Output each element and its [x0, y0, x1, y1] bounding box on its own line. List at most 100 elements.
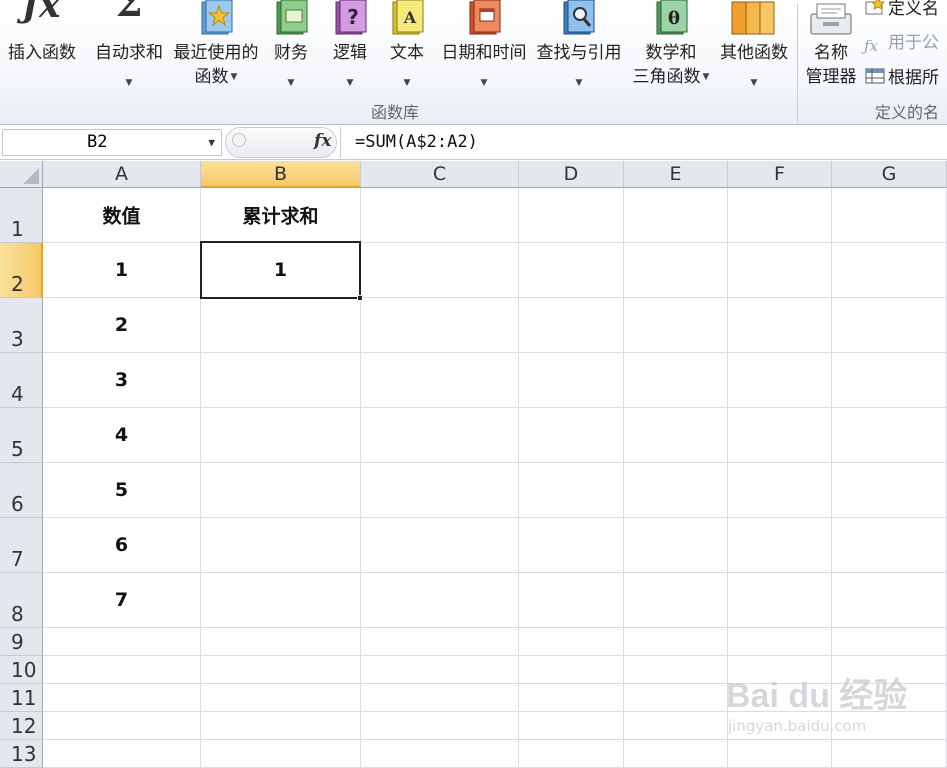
cell-b7[interactable] — [201, 518, 361, 573]
cell-g2[interactable] — [832, 243, 947, 298]
cell-c13[interactable] — [361, 740, 519, 768]
row-header-11[interactable]: 11 — [0, 684, 43, 712]
cell-c9[interactable] — [361, 628, 519, 656]
use-in-formula-button[interactable]: ƒx 用于公 — [864, 32, 939, 55]
name-box[interactable]: B2 ▼ — [2, 129, 222, 156]
cell-b1[interactable]: 累计求和 — [201, 188, 361, 243]
cell-a11[interactable] — [43, 684, 201, 712]
row-header-2[interactable]: 2 — [0, 243, 43, 298]
row-header-7[interactable]: 7 — [0, 518, 43, 573]
cell-d6[interactable] — [519, 463, 624, 518]
cell-c8[interactable] — [361, 573, 519, 628]
cell-d11[interactable] — [519, 684, 624, 712]
cell-c11[interactable] — [361, 684, 519, 712]
cell-g5[interactable] — [832, 408, 947, 463]
text-button[interactable]: A 文本 ▼ — [384, 0, 430, 96]
column-header-a[interactable]: A — [43, 161, 201, 188]
cell-f3[interactable] — [728, 298, 832, 353]
cell-d2[interactable] — [519, 243, 624, 298]
recently-used-button[interactable]: 最近使用的 函数 ▼ — [170, 0, 262, 96]
cell-c10[interactable] — [361, 656, 519, 684]
cell-f7[interactable] — [728, 518, 832, 573]
row-header-1[interactable]: 1 — [0, 188, 43, 243]
name-manager-button[interactable]: 名称 管理器 — [800, 0, 862, 96]
cell-a12[interactable] — [43, 712, 201, 740]
cell-d10[interactable] — [519, 656, 624, 684]
cell-e13[interactable] — [624, 740, 728, 768]
cell-g6[interactable] — [832, 463, 947, 518]
cell-b5[interactable] — [201, 408, 361, 463]
cell-d5[interactable] — [519, 408, 624, 463]
cell-g1[interactable] — [832, 188, 947, 243]
column-header-g[interactable]: G — [832, 161, 947, 188]
chevron-down-icon[interactable]: ▼ — [208, 130, 215, 155]
row-header-6[interactable]: 6 — [0, 463, 43, 518]
mathtrig-button[interactable]: θ 数学和 三角函数 ▼ — [626, 0, 716, 96]
financial-button[interactable]: 财务 ▼ — [268, 0, 314, 96]
column-header-e[interactable]: E — [624, 161, 728, 188]
row-header-9[interactable]: 9 — [0, 628, 43, 656]
cell-a5[interactable]: 4 — [43, 408, 201, 463]
cell-d4[interactable] — [519, 353, 624, 408]
cell-a13[interactable] — [43, 740, 201, 768]
cell-d9[interactable] — [519, 628, 624, 656]
cell-b8[interactable] — [201, 573, 361, 628]
create-from-selection-button[interactable]: 根据所 — [864, 66, 939, 89]
cell-a8[interactable]: 7 — [43, 573, 201, 628]
cell-e10[interactable] — [624, 656, 728, 684]
cell-e9[interactable] — [624, 628, 728, 656]
cell-f4[interactable] — [728, 353, 832, 408]
cell-f5[interactable] — [728, 408, 832, 463]
cell-f6[interactable] — [728, 463, 832, 518]
column-header-b[interactable]: B — [201, 161, 361, 188]
cell-f2[interactable] — [728, 243, 832, 298]
row-header-4[interactable]: 4 — [0, 353, 43, 408]
cell-g13[interactable] — [832, 740, 947, 768]
cell-c1[interactable] — [361, 188, 519, 243]
cell-f1[interactable] — [728, 188, 832, 243]
cell-a7[interactable]: 6 — [43, 518, 201, 573]
cell-c5[interactable] — [361, 408, 519, 463]
cell-d3[interactable] — [519, 298, 624, 353]
cell-e11[interactable] — [624, 684, 728, 712]
cell-a10[interactable] — [43, 656, 201, 684]
cell-b13[interactable] — [201, 740, 361, 768]
cell-c2[interactable] — [361, 243, 519, 298]
cell-a3[interactable]: 2 — [43, 298, 201, 353]
expand-handle-icon[interactable] — [232, 133, 246, 147]
cell-b11[interactable] — [201, 684, 361, 712]
cell-e5[interactable] — [624, 408, 728, 463]
cell-a2[interactable]: 1 — [43, 243, 201, 298]
cell-a9[interactable] — [43, 628, 201, 656]
insert-function-fx-button[interactable]: fx — [314, 131, 331, 151]
define-name-button[interactable]: 定义名 — [864, 0, 939, 20]
more-functions-button[interactable]: 其他函数 ▼ — [714, 0, 794, 96]
cell-b3[interactable] — [201, 298, 361, 353]
cell-e3[interactable] — [624, 298, 728, 353]
lookup-button[interactable]: 查找与引用 ▼ — [532, 0, 626, 96]
row-header-3[interactable]: 3 — [0, 298, 43, 353]
cell-b10[interactable] — [201, 656, 361, 684]
row-header-10[interactable]: 10 — [0, 656, 43, 684]
cell-e4[interactable] — [624, 353, 728, 408]
cell-c12[interactable] — [361, 712, 519, 740]
cell-f8[interactable] — [728, 573, 832, 628]
column-header-d[interactable]: D — [519, 161, 624, 188]
cell-e12[interactable] — [624, 712, 728, 740]
cell-d13[interactable] — [519, 740, 624, 768]
cell-f9[interactable] — [728, 628, 832, 656]
cell-c7[interactable] — [361, 518, 519, 573]
cell-e1[interactable] — [624, 188, 728, 243]
cell-e8[interactable] — [624, 573, 728, 628]
autosum-button[interactable]: Σ 自动求和 ▼ — [90, 0, 168, 96]
cell-a6[interactable]: 5 — [43, 463, 201, 518]
cell-f13[interactable] — [728, 740, 832, 768]
cell-d12[interactable] — [519, 712, 624, 740]
row-header-5[interactable]: 5 — [0, 408, 43, 463]
cell-g4[interactable] — [832, 353, 947, 408]
cell-e6[interactable] — [624, 463, 728, 518]
cell-c4[interactable] — [361, 353, 519, 408]
cell-d1[interactable] — [519, 188, 624, 243]
cell-c6[interactable] — [361, 463, 519, 518]
cell-e7[interactable] — [624, 518, 728, 573]
